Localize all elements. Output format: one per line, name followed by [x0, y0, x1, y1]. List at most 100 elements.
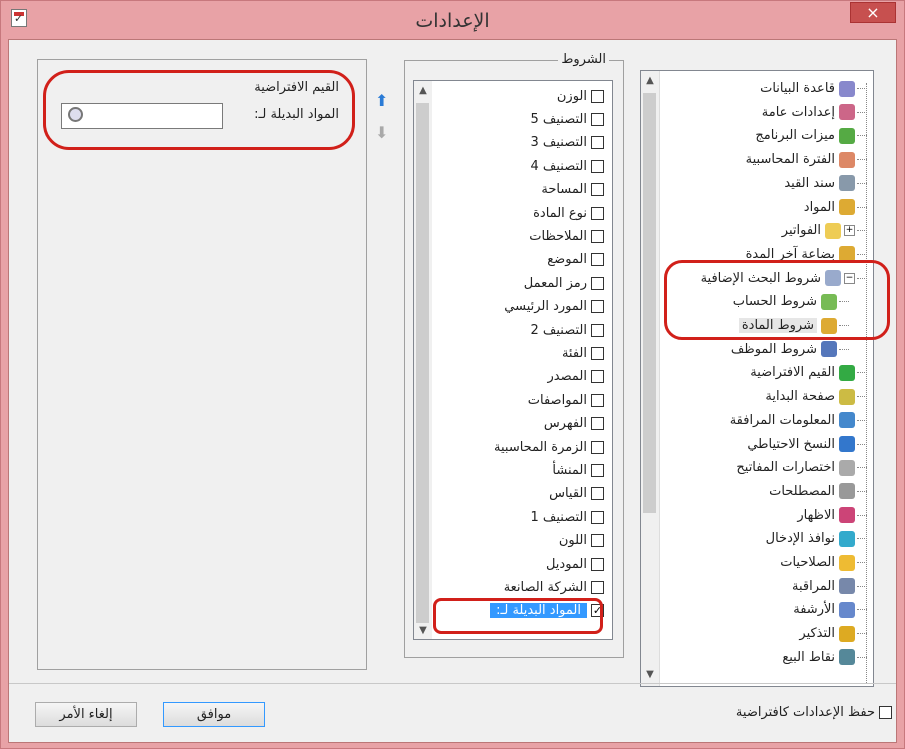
scroll-down-arrow-icon[interactable]: ▼ [641, 669, 659, 680]
move-up-arrow-icon[interactable]: ⬆ [375, 93, 391, 109]
condition-checkbox[interactable] [591, 463, 604, 477]
conditions-scroll-thumb[interactable] [416, 103, 429, 623]
condition-item[interactable]: التصنيف 1 [531, 506, 604, 528]
condition-checkbox[interactable] [591, 580, 604, 594]
condition-item[interactable]: الشركة الصانعة [504, 576, 604, 598]
tree-item[interactable]: المصطلحات [769, 480, 867, 503]
tree-item[interactable]: الصلاحيات [780, 551, 867, 574]
tree-scroll-thumb[interactable] [643, 93, 656, 513]
condition-checkbox[interactable] [591, 136, 604, 150]
scroll-up-arrow-icon[interactable]: ▲ [641, 75, 659, 86]
settings-tree[interactable]: ▲ ▼ قاعدة البيانات إعدادات عامة ميزات البر… [640, 70, 874, 687]
condition-checkbox[interactable] [591, 183, 604, 197]
condition-checkbox[interactable] [591, 370, 604, 384]
condition-item[interactable]: اللون [559, 530, 604, 552]
conditions-scrollbar[interactable]: ▲ ▼ [414, 81, 432, 639]
condition-label: المواد البديلة لـ: [490, 603, 587, 619]
condition-item[interactable]: المساحة [541, 179, 604, 201]
condition-checkbox[interactable] [591, 534, 604, 548]
tree-item[interactable]: اختصارات المفاتيح [736, 456, 867, 479]
tree-item[interactable]: نقاط البيع [782, 646, 867, 669]
tree-item[interactable]: الأرشفة [793, 598, 867, 621]
condition-item[interactable]: رمز المعمل [524, 272, 604, 294]
condition-checkbox[interactable] [591, 229, 604, 243]
condition-item[interactable]: القياس [549, 483, 604, 505]
save-default-checkbox[interactable] [879, 706, 892, 719]
condition-item[interactable]: الوزن [557, 85, 604, 107]
tree-item[interactable]: النسخ الاحتياطي [747, 433, 867, 456]
tree-item[interactable]: المعلومات المرافقة [730, 409, 867, 432]
condition-item[interactable]: المورد الرئيسي [504, 296, 604, 318]
backup-icon [839, 436, 855, 452]
condition-item[interactable]: المنشأ [552, 459, 604, 481]
condition-item[interactable]: التصنيف 5 [531, 108, 604, 130]
tree-item[interactable]: التذكير [799, 622, 867, 645]
condition-item[interactable]: الملاحظات [529, 225, 604, 247]
condition-checkbox[interactable] [591, 159, 604, 173]
tree-item[interactable]: − شروط البحث الإضافية [701, 267, 867, 290]
tree-item[interactable]: المواد [804, 196, 867, 219]
condition-checkbox[interactable] [591, 346, 604, 360]
tree-item[interactable]: شروط الحساب [733, 290, 849, 313]
scroll-down-arrow-icon[interactable]: ▼ [414, 625, 432, 636]
condition-checkbox[interactable] [591, 276, 604, 290]
tree-item[interactable]: صفحة البداية [765, 385, 867, 408]
cancel-button[interactable]: إلغاء الأمر [35, 702, 137, 727]
defaults-field-label: المواد البديلة لـ: [254, 107, 339, 122]
condition-item[interactable]: نوع المادة [533, 202, 604, 224]
tree-item[interactable]: شروط المادة [738, 314, 849, 337]
tree-item[interactable]: إعدادات عامة [762, 101, 867, 124]
tree-item[interactable]: شروط الموظف [731, 338, 849, 361]
condition-item[interactable]: ✓ المواد البديلة لـ: [490, 600, 604, 622]
tree-item[interactable]: نوافذ الإدخال [766, 527, 867, 550]
alternative-materials-input[interactable] [61, 103, 223, 129]
scroll-up-arrow-icon[interactable]: ▲ [414, 85, 432, 96]
condition-item[interactable]: الزمرة المحاسبية [494, 436, 604, 458]
condition-checkbox[interactable] [591, 417, 604, 431]
condition-checkbox[interactable] [591, 487, 604, 501]
condition-item[interactable]: المواصفات [528, 389, 604, 411]
tree-item[interactable]: القيم الافتراضية [750, 361, 867, 384]
expand-icon[interactable]: + [844, 225, 855, 237]
close-button[interactable]: × [850, 2, 896, 23]
condition-item[interactable]: الفهرس [544, 413, 604, 435]
condition-checkbox[interactable] [591, 323, 604, 337]
tree-scrollbar[interactable]: ▲ ▼ [641, 71, 660, 686]
tree-item[interactable]: الاظهار [797, 504, 867, 527]
condition-item[interactable]: الفئة [562, 342, 604, 364]
condition-checkbox[interactable] [591, 440, 604, 454]
condition-item[interactable]: المصدر [548, 366, 604, 388]
condition-checkbox[interactable] [591, 300, 604, 314]
tree-item[interactable]: بضاعة آخر المدة [746, 243, 867, 266]
tree-item[interactable]: قاعدة البيانات [760, 77, 867, 100]
ok-button[interactable]: موافق [163, 702, 265, 727]
condition-label: الموضع [547, 252, 587, 268]
title-bar[interactable]: الإعدادات × [1, 1, 904, 39]
condition-checkbox[interactable]: ✓ [591, 604, 604, 618]
condition-checkbox[interactable] [591, 253, 604, 267]
tree-item[interactable]: ميزات البرنامج [755, 124, 867, 147]
condition-checkbox[interactable] [591, 557, 604, 571]
collapse-icon[interactable]: − [844, 272, 855, 284]
condition-item[interactable]: الموديل [546, 553, 604, 575]
move-down-arrow-icon[interactable]: ⬇ [375, 125, 391, 141]
condition-item[interactable]: التصنيف 3 [531, 132, 604, 154]
condition-checkbox[interactable] [591, 393, 604, 407]
condition-checkbox[interactable] [591, 206, 604, 220]
condition-item[interactable]: التصنيف 2 [531, 319, 604, 341]
condition-checkbox[interactable] [591, 112, 604, 126]
conditions-checklist[interactable]: ▲ ▼ الوزن التصنيف 5 التصنيف 3 التصنيف 4 المس… [413, 80, 613, 640]
search-icon[interactable] [68, 107, 83, 122]
tree-item[interactable]: الفترة المحاسبية [746, 148, 867, 171]
tree-item-label: شروط الموظف [730, 341, 817, 357]
save-default-checkbox-row[interactable]: حفظ الإعدادات كافتراضية [736, 705, 892, 720]
condition-checkbox[interactable] [591, 89, 604, 103]
condition-item[interactable]: الموضع [547, 249, 604, 271]
tree-item[interactable]: المراقبة [792, 575, 867, 598]
condition-checkbox[interactable] [591, 510, 604, 524]
tree-item[interactable]: + الفواتير [782, 219, 867, 242]
box-icon [839, 199, 855, 215]
condition-item[interactable]: التصنيف 4 [531, 155, 604, 177]
tree-line [839, 301, 849, 303]
tree-item[interactable]: سند القيد [784, 172, 867, 195]
